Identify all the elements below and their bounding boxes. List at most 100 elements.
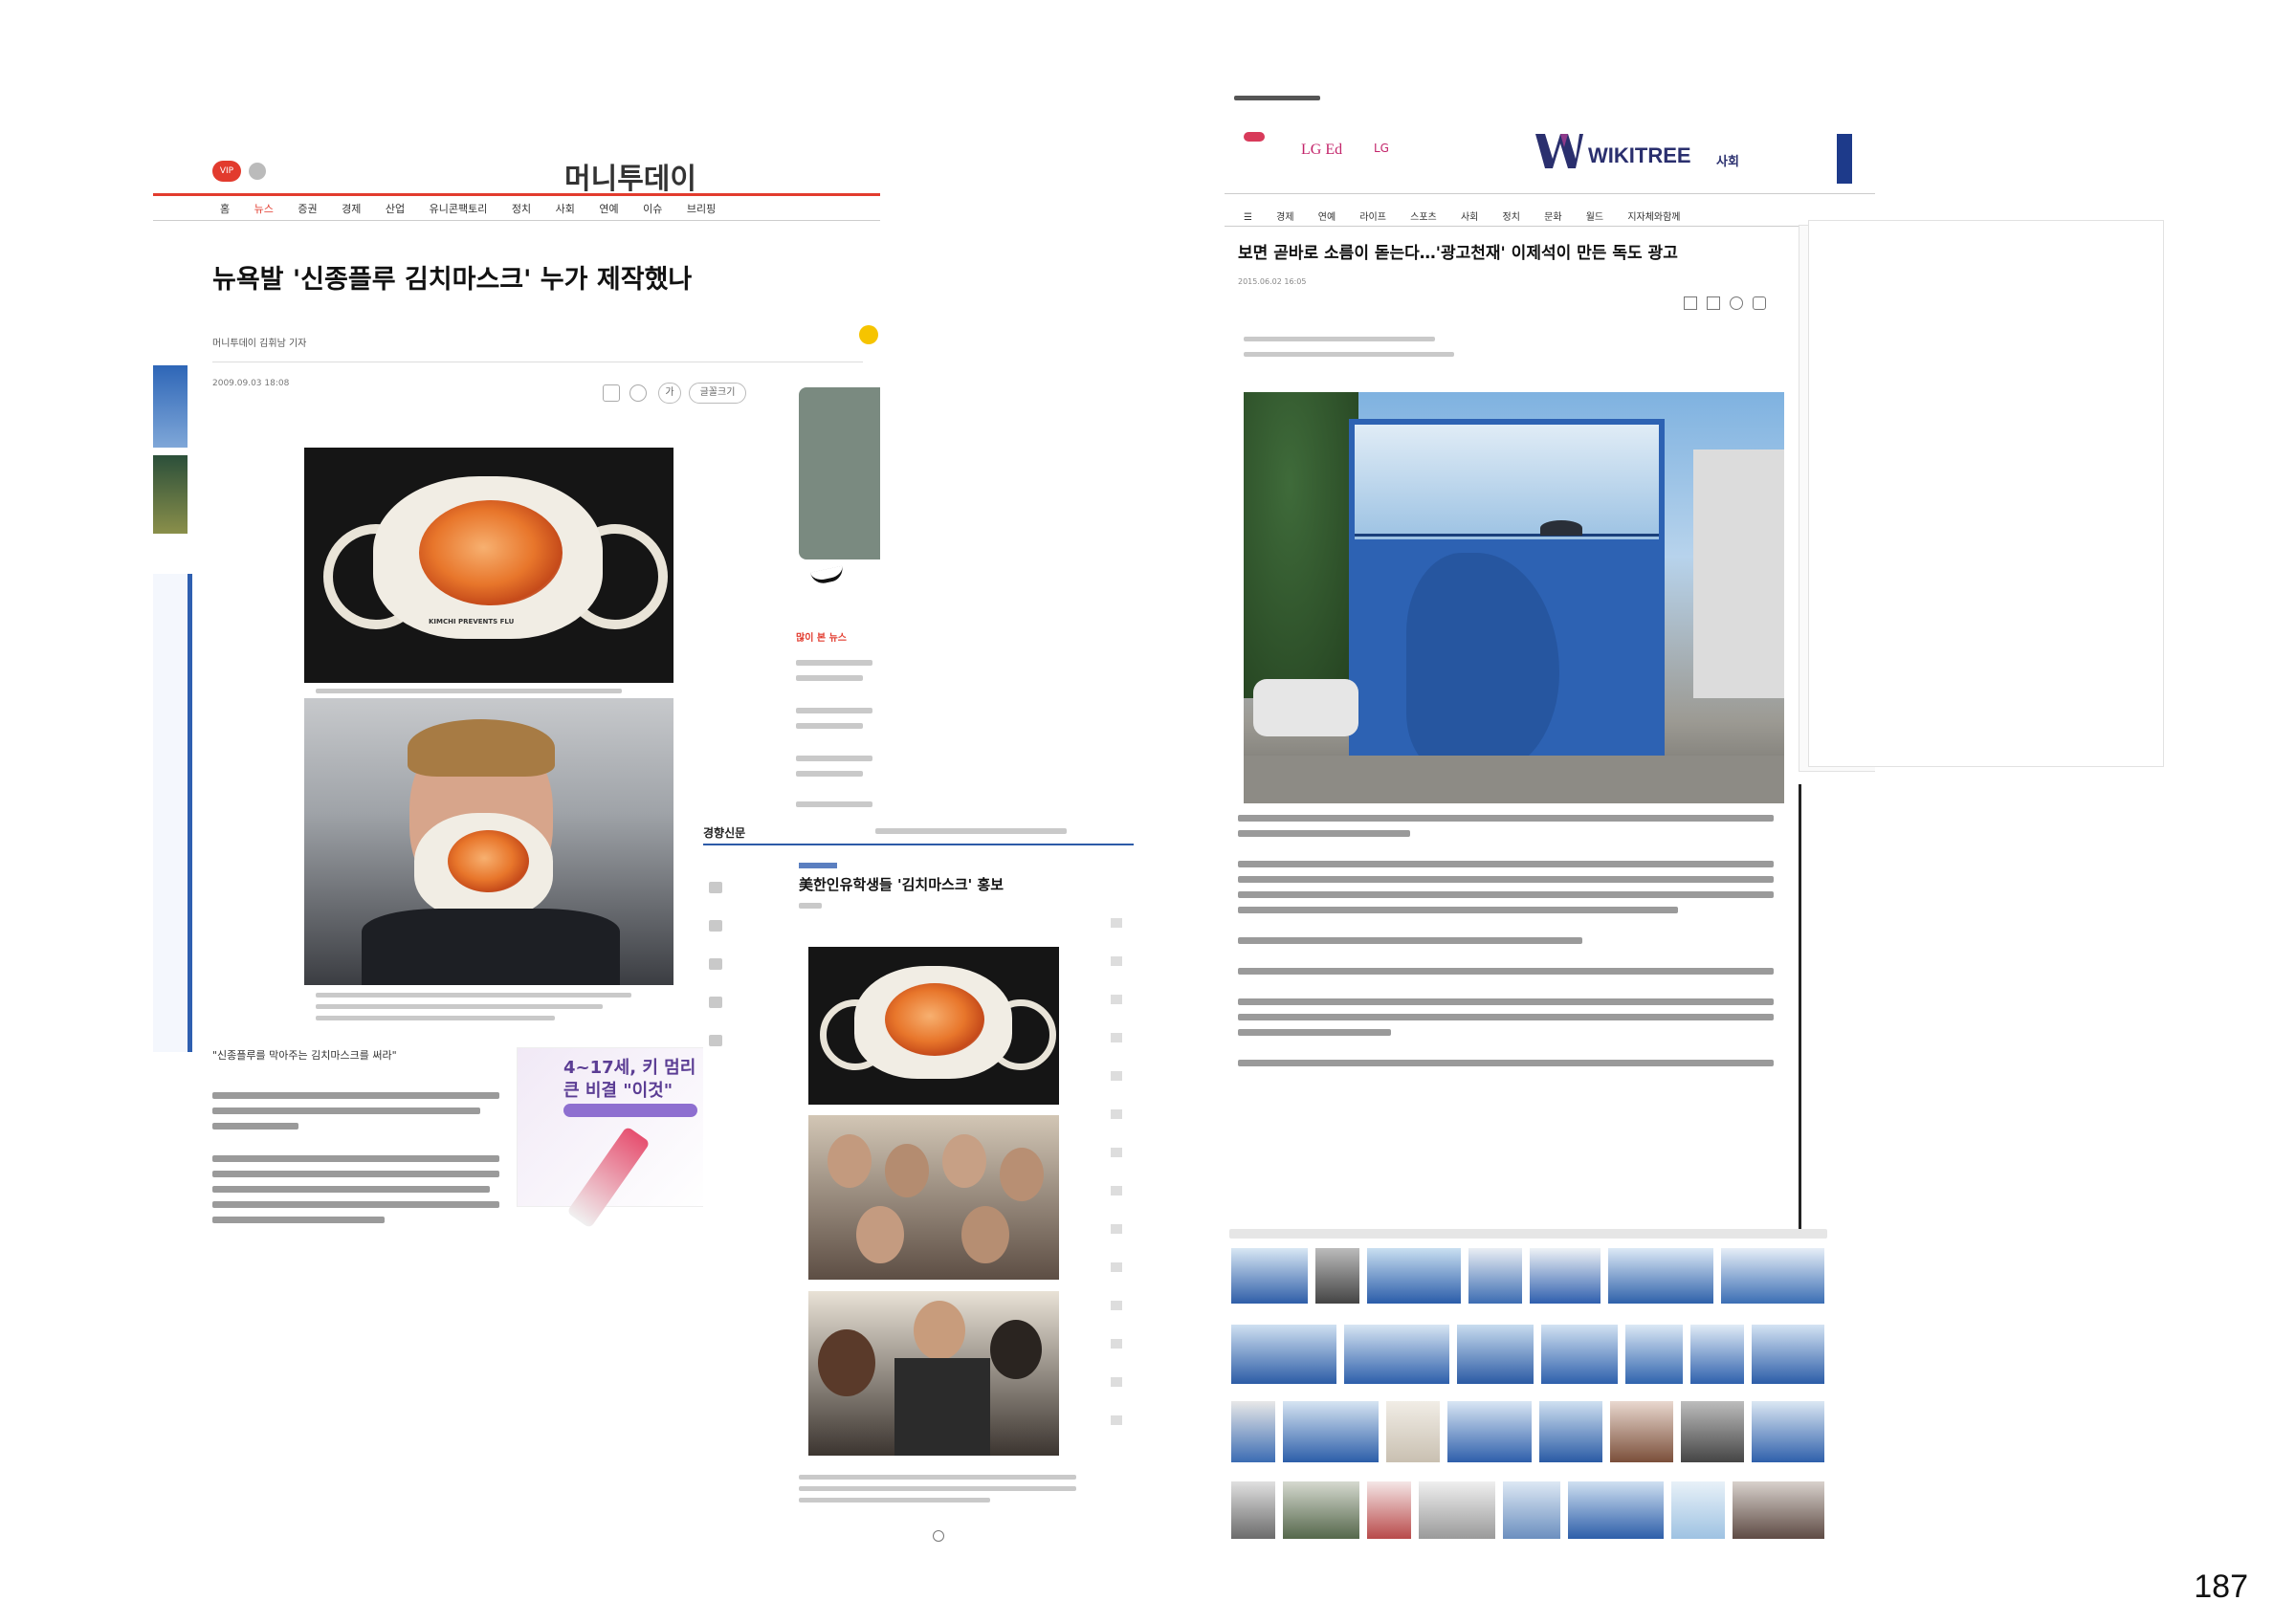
popular-item[interactable] bbox=[796, 723, 863, 729]
header-ad[interactable]: LG Ed LG bbox=[1244, 130, 1406, 168]
share-icon[interactable] bbox=[709, 882, 722, 893]
ad-shorts-image[interactable] bbox=[799, 387, 880, 559]
result-thumb[interactable] bbox=[1231, 1481, 1275, 1539]
nav-item[interactable]: 뉴스 bbox=[254, 203, 274, 215]
scroll-top-icon[interactable] bbox=[859, 325, 878, 344]
nav-item[interactable]: 브리핑 bbox=[687, 203, 716, 215]
top-strip bbox=[1234, 96, 1320, 100]
share-button[interactable]: 글꼴크기 bbox=[689, 383, 746, 404]
site-logo[interactable]: 경향신문 bbox=[703, 824, 745, 841]
result-thumb[interactable] bbox=[1690, 1325, 1744, 1384]
result-thumb[interactable] bbox=[1231, 1325, 1336, 1384]
result-thumb[interactable] bbox=[1610, 1401, 1673, 1462]
menu-icon[interactable]: ☰ bbox=[1244, 212, 1252, 223]
nav-item[interactable]: 연예 bbox=[599, 203, 618, 215]
sea-line bbox=[1355, 534, 1659, 537]
result-thumb[interactable] bbox=[1283, 1481, 1359, 1539]
main-nav[interactable]: 홈 뉴스 증권 경제 산업 유니콘팩토리 정치 사회 연예 이슈 브리핑 bbox=[220, 201, 737, 216]
person bbox=[914, 1301, 965, 1360]
popular-item[interactable] bbox=[796, 756, 872, 761]
vip-badge[interactable]: VIP bbox=[212, 161, 241, 182]
font-size-button[interactable]: 가 bbox=[658, 383, 681, 404]
wikitree-logo-icon[interactable] bbox=[1535, 134, 1583, 168]
result-thumb[interactable] bbox=[1752, 1401, 1824, 1462]
print-icon[interactable] bbox=[1684, 296, 1697, 310]
header-divider bbox=[1225, 193, 1875, 194]
result-thumb[interactable] bbox=[1721, 1248, 1824, 1304]
result-thumb[interactable] bbox=[1367, 1481, 1411, 1539]
nav-divider bbox=[153, 220, 880, 221]
link-icon[interactable] bbox=[1753, 296, 1766, 310]
nav-item[interactable]: 라이프 bbox=[1359, 212, 1386, 223]
popular-item[interactable] bbox=[796, 771, 863, 777]
nav-item[interactable]: 사회 bbox=[556, 203, 575, 215]
site-logo[interactable]: WIKITREE bbox=[1588, 143, 1691, 168]
nav-item[interactable]: 경제 bbox=[1276, 212, 1293, 223]
kyunghyang-article-screenshot: 경향신문 美한인유학생들 '김치마스크' 홍보 bbox=[703, 822, 1134, 1559]
page-footer-icon[interactable] bbox=[933, 1530, 944, 1542]
nav-item[interactable]: 월드 bbox=[1586, 212, 1603, 223]
comment-icon[interactable] bbox=[629, 384, 647, 402]
copy-icon[interactable] bbox=[603, 384, 620, 402]
twitter-icon[interactable] bbox=[1730, 296, 1743, 310]
result-thumb[interactable] bbox=[1231, 1248, 1308, 1304]
main-nav[interactable]: ☰ 경제 연예 라이프 스포츠 사회 정치 문화 월드 지자체와함께 bbox=[1244, 208, 1702, 223]
dokdo-ad-building-photo bbox=[1244, 392, 1784, 803]
body-line bbox=[1238, 937, 1582, 944]
nav-item[interactable]: 연예 bbox=[1318, 212, 1336, 223]
nav-item[interactable]: 스포츠 bbox=[1410, 212, 1437, 223]
result-thumb[interactable] bbox=[1608, 1248, 1713, 1304]
result-thumb[interactable] bbox=[1752, 1325, 1824, 1384]
result-thumb[interactable] bbox=[1315, 1248, 1359, 1304]
share-icon[interactable] bbox=[709, 920, 722, 932]
nav-item[interactable]: 사회 bbox=[1461, 212, 1478, 223]
result-thumb[interactable] bbox=[1539, 1401, 1602, 1462]
result-thumb[interactable] bbox=[1625, 1325, 1683, 1384]
nav-item[interactable]: 증권 bbox=[298, 203, 317, 215]
result-thumb[interactable] bbox=[1530, 1248, 1601, 1304]
popular-item[interactable] bbox=[796, 801, 872, 807]
result-thumb[interactable] bbox=[1457, 1325, 1534, 1384]
result-thumb[interactable] bbox=[1283, 1401, 1379, 1462]
nav-item[interactable]: 이슈 bbox=[643, 203, 662, 215]
nav-item[interactable]: 유니콘팩토리 bbox=[430, 203, 488, 215]
result-thumb[interactable] bbox=[1419, 1481, 1495, 1539]
nav-item[interactable]: 경제 bbox=[342, 203, 361, 215]
settings-icon[interactable] bbox=[249, 163, 266, 180]
facebook-icon[interactable] bbox=[1707, 296, 1720, 310]
share-icon[interactable] bbox=[709, 1035, 722, 1046]
search-toolbar[interactable] bbox=[1229, 1229, 1827, 1239]
result-thumb[interactable] bbox=[1367, 1248, 1461, 1304]
site-nav[interactable] bbox=[875, 828, 1067, 834]
result-thumb[interactable] bbox=[1468, 1248, 1522, 1304]
result-thumb[interactable] bbox=[1733, 1481, 1824, 1539]
result-thumb[interactable] bbox=[1344, 1325, 1449, 1384]
result-thumb[interactable] bbox=[1386, 1401, 1440, 1462]
site-logo[interactable]: 머니투데이 bbox=[564, 155, 696, 197]
popular-item[interactable] bbox=[796, 708, 872, 713]
nav-item[interactable]: 정치 bbox=[512, 203, 531, 215]
share-icon[interactable] bbox=[709, 958, 722, 970]
share-icon[interactable] bbox=[709, 997, 722, 1008]
nav-item[interactable]: 문화 bbox=[1544, 212, 1561, 223]
share-rail[interactable] bbox=[707, 882, 726, 1111]
result-thumb[interactable] bbox=[1447, 1401, 1532, 1462]
body-line bbox=[1238, 968, 1774, 975]
right-rail bbox=[1111, 889, 1122, 1425]
result-thumb[interactable] bbox=[1671, 1481, 1725, 1539]
popular-item[interactable] bbox=[796, 675, 863, 681]
result-thumb[interactable] bbox=[1541, 1325, 1618, 1384]
result-thumb[interactable] bbox=[1568, 1481, 1664, 1539]
nav-item[interactable]: 정치 bbox=[1503, 212, 1520, 223]
result-thumb[interactable] bbox=[1231, 1401, 1275, 1462]
body-line bbox=[212, 1092, 499, 1099]
result-thumb[interactable] bbox=[1681, 1401, 1744, 1462]
nav-item[interactable]: 지자체와함께 bbox=[1627, 212, 1680, 223]
nav-item[interactable]: 산업 bbox=[386, 203, 405, 215]
article-headline: 美한인유학생들 '김치마스크' 홍보 bbox=[799, 876, 1004, 893]
nav-item[interactable]: 홈 bbox=[220, 203, 230, 215]
advertisement[interactable]: 4~17세, 키 멈리 큰 비결 "이것" bbox=[517, 1047, 705, 1229]
popular-item[interactable] bbox=[796, 660, 872, 666]
result-thumb[interactable] bbox=[1503, 1481, 1560, 1539]
caption-line bbox=[799, 1475, 1076, 1480]
